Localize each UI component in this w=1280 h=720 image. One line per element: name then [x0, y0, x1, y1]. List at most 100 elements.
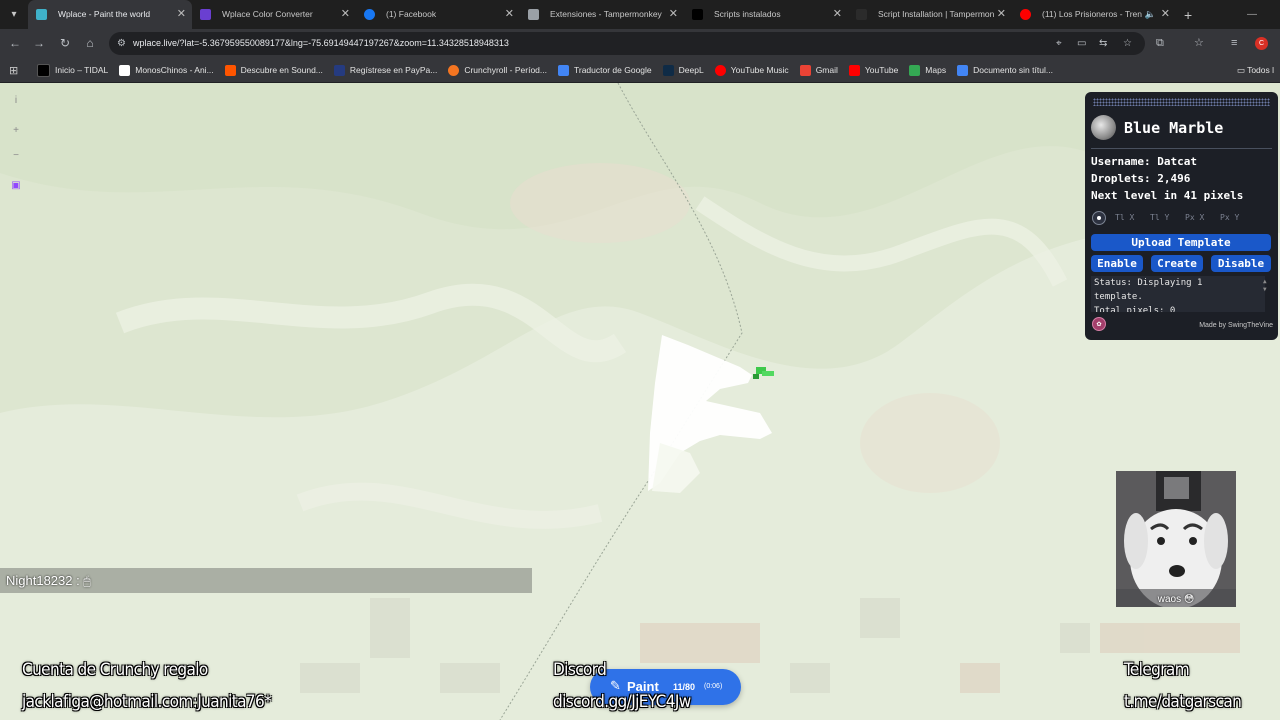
settings-gear-icon[interactable]: ✿ [1092, 317, 1106, 331]
close-tab-icon[interactable]: ✕ [669, 0, 678, 29]
bookmark-label: Crunchyroll - Períod... [464, 65, 547, 75]
enable-button[interactable]: Enable [1091, 255, 1143, 272]
bookmark-deepl[interactable]: DeepL [662, 64, 704, 76]
zoom-out-icon[interactable]: − [8, 148, 24, 164]
twitch-icon[interactable]: ▣ [8, 178, 24, 194]
tab-title: Scripts instalados [714, 9, 781, 19]
speaker-icon[interactable]: 🔈 [1145, 0, 1156, 29]
translate-icon[interactable]: ⇆ [1099, 32, 1107, 55]
panel-drag-handle[interactable] [1093, 98, 1270, 106]
new-tab-icon[interactable]: + [1184, 7, 1192, 23]
tab-script-installation[interactable]: Script Installation | Tampermon ✕ [848, 0, 1012, 29]
disable-button[interactable]: Disable [1211, 255, 1271, 272]
tab-youtube-music[interactable]: (11) Los Prisioneros - Tren 🔈 ✕ [1012, 0, 1176, 29]
tab-installed-scripts[interactable]: Scripts instalados ✕ [684, 0, 848, 29]
reload-icon[interactable]: ↻ [55, 29, 75, 58]
paint-timer: (0:06) [704, 683, 723, 690]
tab-wplace[interactable]: Wplace - Paint the world ✕ [28, 0, 192, 29]
tab-color-converter[interactable]: Wplace Color Converter ✕ [192, 0, 356, 29]
back-icon[interactable]: ← [5, 29, 25, 58]
next-level-unit: pixels [1203, 189, 1244, 202]
webcam-overlay: waos 😳 [1116, 471, 1236, 607]
bookmark-star-icon[interactable]: ☆ [1123, 32, 1132, 55]
bookmark-monoschinos[interactable]: MonosChinos - Ani... [119, 64, 214, 76]
folder-icon: ▭ [1236, 65, 1248, 75]
address-bar[interactable]: ⚙ wplace.live/?lat=-5.367959550089177&ln… [109, 32, 1145, 55]
minimize-icon[interactable]: — [1247, 0, 1257, 29]
upload-template-button[interactable]: Upload Template [1091, 234, 1271, 251]
bookmark-label: Descubre en Sound... [240, 65, 323, 75]
info-icon[interactable]: i [8, 93, 24, 109]
pixel-x-input[interactable]: Px X [1185, 213, 1204, 222]
favorites-icon[interactable]: ☆ [1194, 29, 1204, 58]
cast-icon[interactable]: ▭ [1077, 32, 1086, 55]
pixel-y-input[interactable]: Px Y [1220, 213, 1239, 222]
puzzle-piece-icon [528, 9, 539, 20]
close-tab-icon[interactable]: ✕ [505, 0, 514, 29]
tampermonkey-favicon-icon [692, 9, 703, 20]
monoschinos-icon [119, 64, 131, 76]
tampermonkey-favicon-icon [856, 9, 867, 20]
location-icon[interactable]: ⌖ [1056, 32, 1062, 55]
status-textarea[interactable]: Status: Displaying 1 template. Total pix… [1091, 276, 1265, 312]
tab-search-icon[interactable]: ▾ [0, 0, 28, 29]
media-icon[interactable]: ≡ [1231, 29, 1237, 58]
bookmark-google-translate[interactable]: Traductor de Google [558, 64, 652, 76]
bookmark-gmail[interactable]: Gmail [799, 64, 838, 76]
site-info-icon[interactable]: ⚙ [117, 32, 126, 55]
zoom-in-icon[interactable]: + [8, 123, 24, 139]
bookmark-soundcloud[interactable]: Descubre en Sound... [224, 64, 323, 76]
droplets-value: 2,496 [1157, 172, 1191, 185]
telegram-title: Telegram [1124, 660, 1190, 680]
close-tab-icon[interactable]: ✕ [833, 0, 842, 29]
extensions-icon[interactable]: ⧉ [1156, 29, 1164, 58]
bookmark-youtube[interactable]: YouTube [848, 64, 899, 76]
tidal-icon [37, 63, 50, 77]
droplets-row: Droplets: 2,496 [1091, 172, 1190, 185]
status-line: Total pixels: 0 [1094, 306, 1176, 312]
profile-avatar[interactable]: C [1255, 37, 1268, 50]
youtube-music-icon [714, 64, 726, 76]
tab-tampermonkey-extensions[interactable]: Extensiones - Tampermonkey ✕ [520, 0, 684, 29]
bookmark-label: YouTube [864, 65, 899, 75]
chat-message: Night18232 : 🖱 [0, 568, 532, 593]
tile-x-input[interactable]: Tl X [1115, 213, 1134, 222]
crunchy-title: Cuenta de Crunchy regalo [22, 660, 208, 680]
cursor-emote-icon: 🖱 [83, 574, 91, 588]
home-icon[interactable]: ⌂ [80, 29, 100, 58]
next-level-label: Next level in [1091, 189, 1178, 202]
bookmark-maps[interactable]: Maps [909, 64, 946, 76]
bookmark-label: DeepL [678, 65, 704, 75]
next-level-row: Next level in 41 pixels [1091, 189, 1243, 202]
url-text[interactable]: wplace.live/?lat=-5.367959550089177&lng=… [133, 32, 509, 55]
wplace-favicon-icon [36, 9, 47, 20]
create-button[interactable]: Create [1151, 255, 1203, 272]
browser-toolbar: ← → ↻ ⌂ ⚙ wplace.live/?lat=-5.3679595500… [0, 29, 1280, 58]
bookmark-tidal[interactable]: Inicio – TIDAL [37, 63, 108, 77]
bookmark-paypal[interactable]: Regístrese en PayPa... [333, 64, 437, 76]
bookmark-crunchyroll[interactable]: Crunchyroll - Períod... [448, 64, 547, 76]
tile-y-input[interactable]: Tl Y [1150, 213, 1169, 222]
all-bookmarks[interactable]: ▭ Todos l [1237, 58, 1274, 82]
tab-facebook[interactable]: (1) Facebook ✕ [356, 0, 520, 29]
tab-title: Extensiones - Tampermonkey [550, 9, 662, 19]
close-tab-icon[interactable]: ✕ [1161, 0, 1170, 29]
tab-title: Wplace Color Converter [222, 9, 313, 19]
forward-icon[interactable]: → [29, 29, 49, 58]
close-tab-icon[interactable]: ✕ [177, 0, 186, 29]
tab-bar: ▾ Wplace - Paint the world ✕ Wplace Colo… [0, 0, 1280, 29]
pin-location-icon[interactable] [1092, 211, 1106, 225]
close-tab-icon[interactable]: ✕ [997, 0, 1006, 29]
globe-logo-icon [1091, 115, 1116, 140]
bookmark-youtube-music[interactable]: YouTube Music [714, 64, 789, 76]
blue-marble-panel: Blue Marble Username: Datcat Droplets: 2… [1085, 92, 1278, 340]
scrollbar-arrows-icon[interactable]: ▲ ▼ [1263, 278, 1267, 294]
telegram-link: t.me/datgarscan [1124, 692, 1242, 712]
tab-title: (1) Facebook [386, 9, 437, 19]
bookmark-docs[interactable]: Documento sin títul... [957, 64, 1053, 76]
maps-icon [909, 64, 921, 76]
close-tab-icon[interactable]: ✕ [341, 0, 350, 29]
coordinate-inputs: Tl X Tl Y Px X Px Y [1091, 211, 1274, 227]
converter-favicon-icon [200, 9, 211, 20]
apps-grid-icon[interactable]: ⊞ [9, 64, 21, 77]
